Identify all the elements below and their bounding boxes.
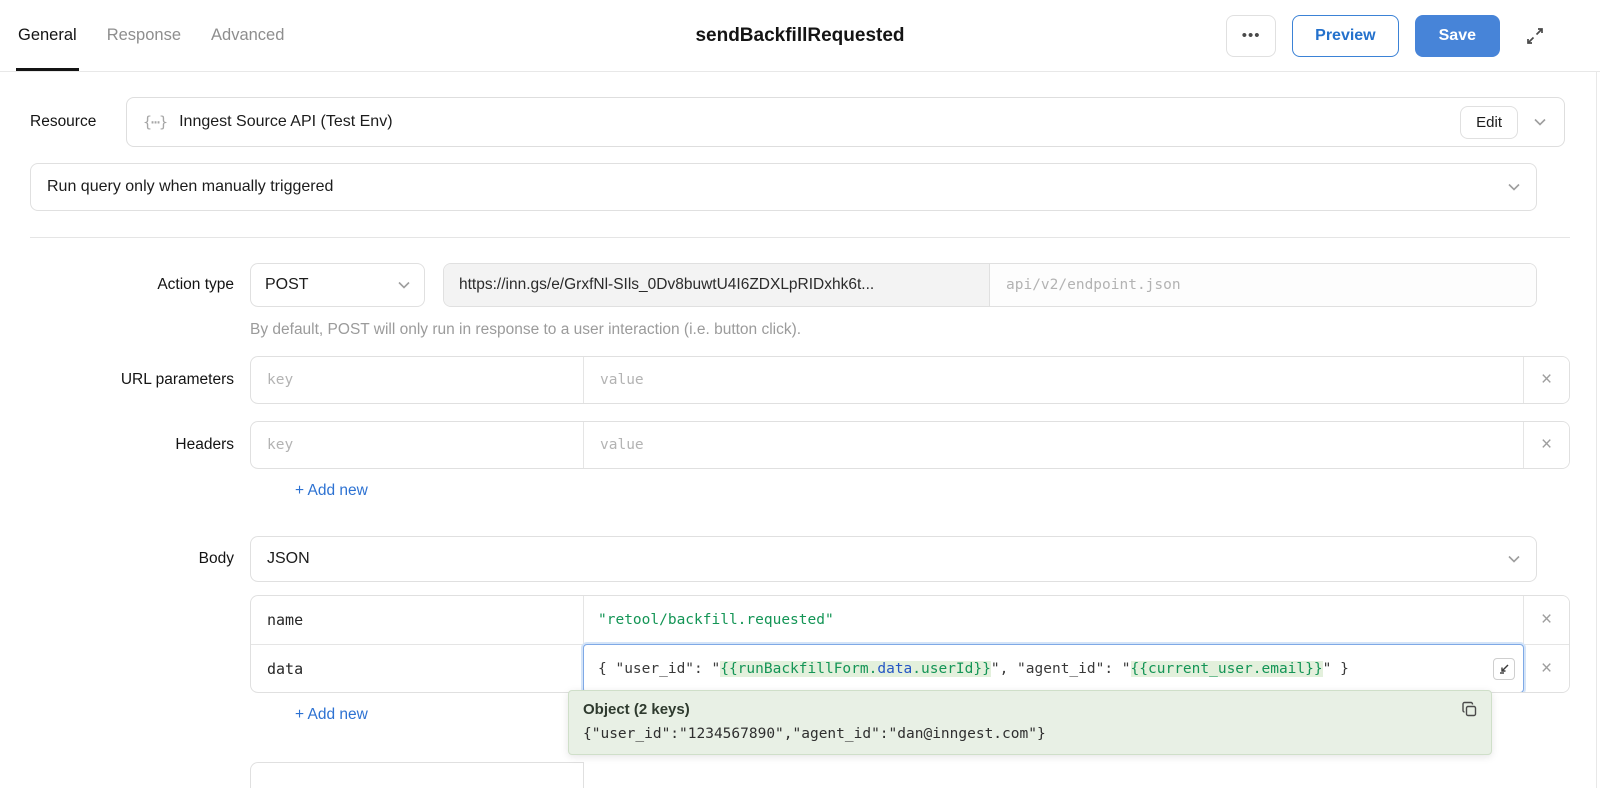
close-icon: × (1540, 657, 1553, 679)
tab-response[interactable]: Response (105, 0, 183, 71)
body-table-controls: name "retool/backfill.requested" × data … (250, 595, 1570, 693)
open-editor-icon (1500, 664, 1509, 674)
preview-button[interactable]: Preview (1292, 14, 1399, 57)
headers-controls: × (250, 421, 1570, 469)
body-type-select[interactable]: JSON (250, 536, 1537, 582)
url-param-value-input[interactable] (600, 372, 1507, 388)
close-icon: × (1540, 369, 1553, 390)
braces-icon: {⋯} (143, 113, 168, 131)
http-method-value: POST (265, 276, 309, 293)
url-input-group: https://inn.gs/e/GrxfNl-SIls_0Dv8buwtU4I… (443, 263, 1537, 307)
add-body-field-link[interactable]: + Add new (295, 706, 368, 724)
run-mode-value: Run query only when manually triggered (47, 178, 334, 195)
remove-data-row-button[interactable]: × (1524, 645, 1569, 692)
popover-content: {"user_id":"1234567890","agent_id":"dan@… (583, 726, 1046, 742)
header-value-field (584, 422, 1524, 468)
tab-general[interactable]: General (16, 0, 79, 71)
body-name-key[interactable]: name (251, 596, 584, 644)
body-table-spacer (30, 595, 250, 693)
section-divider (30, 237, 1570, 238)
body-table-row: name "retool/backfill.requested" × data … (30, 595, 1570, 693)
headers-kv-group: × (250, 421, 1570, 469)
http-method-select[interactable]: POST (250, 263, 425, 307)
action-type-hint: By default, POST will only run in respon… (250, 321, 802, 338)
action-type-label: Action type (157, 276, 234, 293)
resource-row: Resource {⋯} Inngest Source API (Test En… (30, 97, 1565, 147)
run-mode-select[interactable]: Run query only when manually triggered (30, 163, 1537, 211)
body-kv-table: name "retool/backfill.requested" × data … (250, 595, 1570, 693)
headers-label: Headers (175, 436, 234, 453)
url-param-key-input[interactable] (267, 372, 567, 388)
resource-name: Inngest Source API (Test Env) (179, 113, 393, 130)
url-parameters-controls: × (250, 356, 1570, 404)
add-header-link[interactable]: + Add new (295, 482, 368, 500)
url-suffix-field (990, 264, 1536, 306)
evaluation-popover: Object (2 keys) {"user_id":"1234567890",… (568, 690, 1492, 755)
header-key-input[interactable] (267, 437, 567, 453)
body-data-key[interactable]: data (251, 645, 584, 692)
save-button[interactable]: Save (1414, 14, 1500, 57)
url-param-value-field (584, 357, 1524, 403)
query-editor: General Response Advanced sendBackfillRe… (0, 0, 1600, 788)
editor-tabs: General Response Advanced (16, 0, 286, 71)
body-data-value: { "user_id": "{{runBackfillForm.data.use… (584, 645, 1524, 692)
header-value-input[interactable] (600, 437, 1507, 453)
body-controls: JSON (250, 536, 1570, 582)
body-name-value[interactable]: "retool/backfill.requested" (584, 596, 1524, 644)
body-type-value: JSON (267, 550, 310, 567)
close-icon: × (1540, 609, 1553, 630)
copy-button[interactable] (1461, 701, 1479, 719)
chevron-down-icon (398, 281, 410, 289)
chevron-down-icon (1508, 183, 1520, 191)
action-type-row: Action type POST https://inn.gs/e/GrxfNl… (30, 263, 1570, 307)
query-editor-header: General Response Advanced sendBackfillRe… (0, 0, 1600, 72)
url-parameters-label: URL parameters (120, 371, 234, 388)
header-key-field (251, 422, 584, 468)
url-parameters-row: URL parameters × (30, 356, 1570, 404)
copy-icon (1462, 701, 1477, 717)
resource-select[interactable]: {⋯} Inngest Source API (Test Env) Edit (126, 97, 1565, 147)
edit-resource-button[interactable]: Edit (1460, 105, 1518, 139)
data-code-editor[interactable]: { "user_id": "{{runBackfillForm.data.use… (584, 645, 1523, 692)
resource-label: Resource (30, 113, 97, 130)
body-label: Body (198, 550, 234, 567)
close-icon: × (1540, 434, 1553, 455)
panel-right-border (1596, 72, 1597, 788)
remove-header-button[interactable]: × (1524, 422, 1569, 468)
url-base-path[interactable]: https://inn.gs/e/GrxfNl-SIls_0Dv8buwtU4I… (444, 264, 990, 306)
tab-advanced[interactable]: Advanced (209, 0, 286, 71)
url-suffix-input[interactable] (1006, 277, 1520, 293)
remove-name-row-button[interactable]: × (1524, 596, 1569, 644)
popover-title: Object (2 keys) (583, 701, 690, 718)
body-name-value-code: "retool/backfill.requested" (598, 612, 834, 628)
partial-next-row[interactable] (250, 762, 584, 788)
table-row: name "retool/backfill.requested" × (251, 596, 1569, 644)
table-row: data { "user_id": "{{runBackfillForm.dat… (251, 644, 1569, 692)
open-editor-button[interactable] (1493, 657, 1515, 680)
url-param-key-field (251, 357, 584, 403)
data-code-line: { "user_id": "{{runBackfillForm.data.use… (598, 660, 1349, 677)
body-row: Body JSON (30, 536, 1570, 582)
remove-url-param-button[interactable]: × (1524, 357, 1569, 403)
url-parameters-kv-group: × (250, 356, 1570, 404)
headers-row: Headers × (30, 421, 1570, 469)
more-options-button[interactable]: ••• (1226, 14, 1277, 57)
action-type-controls: POST https://inn.gs/e/GrxfNl-SIls_0Dv8bu… (250, 263, 1570, 307)
expand-icon[interactable] (1524, 25, 1546, 47)
header-actions: ••• Preview Save (1226, 14, 1546, 57)
chevron-down-icon (1534, 118, 1546, 126)
query-title: sendBackfillRequested (695, 24, 905, 46)
chevron-down-icon (1508, 555, 1520, 563)
